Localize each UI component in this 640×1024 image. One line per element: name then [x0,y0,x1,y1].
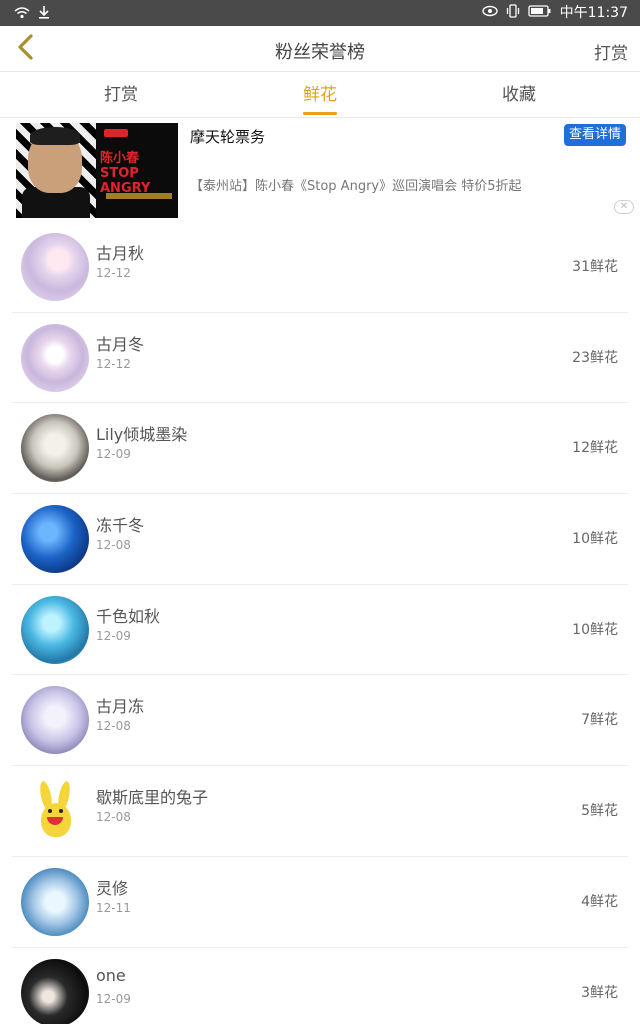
flower-count: 23鲜花 [572,349,618,366]
fan-name: one [96,965,126,985]
fan-date: 12-08 [96,810,131,825]
fan-name: 灵修 [96,878,129,898]
ad-image-subtitle [106,193,172,199]
fan-date: 12-11 [96,900,131,915]
status-right-icons: 中午11:37 [481,4,628,22]
fan-name: 古月冻 [96,697,145,717]
ad-image-title: 陈小春 STOP ANGRY [100,151,151,196]
ad-details-button[interactable]: 查看详情 [563,124,626,146]
list-item[interactable]: 古月冬 12-12 23鲜花 [12,313,628,404]
status-left-icons [14,4,50,23]
flower-count: 3鲜花 [581,984,618,1001]
tab-flowers[interactable]: 鲜花 [250,72,390,118]
fan-name: 冻千冬 [96,516,145,536]
avatar[interactable] [21,777,89,846]
eye-icon [481,5,498,21]
fan-date: 12-09 [96,628,131,643]
ad-advertiser: 摩天轮票务 [190,128,266,146]
fan-list: 古月秋 12-12 31鲜花 古月冬 12-12 23鲜花 Lily倾城墨染 1… [0,222,640,1024]
fan-date: 12-09 [96,447,131,462]
list-item[interactable]: one 12-09 3鲜花 [12,948,628,1024]
list-item[interactable]: 歇斯底里的兔子 12-08 5鲜花 [12,766,628,857]
reward-button[interactable]: 打赏 [594,39,628,64]
avatar[interactable] [21,686,89,755]
avatar[interactable] [21,233,89,301]
ad-close-button[interactable]: ✕ [614,200,634,214]
battery-icon [527,5,552,21]
avatar[interactable] [21,595,89,664]
ad-image-hair [30,127,80,145]
fan-name: 千色如秋 [96,606,161,626]
vibrate-icon [506,4,520,22]
list-item[interactable]: 千色如秋 12-09 10鲜花 [12,585,628,676]
tab-bar: 打赏 鲜花 收藏 [0,72,640,118]
flower-count: 5鲜花 [581,803,618,820]
tab-reward[interactable]: 打赏 [51,72,191,118]
list-item[interactable]: Lily倾城墨染 12-09 12鲜花 [12,403,628,495]
fan-name: 歇斯底里的兔子 [96,788,209,808]
avatar[interactable] [21,323,89,392]
avatar[interactable] [21,505,89,574]
fan-name: Lily倾城墨染 [96,425,188,445]
wifi-icon [14,4,30,23]
fan-date: 12-12 [96,356,131,371]
close-icon: ✕ [619,201,629,212]
ad-banner[interactable]: 陈小春 STOP ANGRY 摩天轮票务 查看详情 【泰州站】陈小春《Stop … [0,118,640,222]
avatar[interactable] [21,867,89,936]
app-header: 粉丝荣誉榜 打赏 [0,26,640,72]
download-icon [38,4,50,23]
page-title: 粉丝荣誉榜 [275,42,365,63]
fan-date: 12-08 [96,719,131,734]
flower-count: 10鲜花 [572,621,618,638]
avatar[interactable] [21,958,89,1024]
tab-favorites[interactable]: 收藏 [449,72,589,118]
flower-count: 7鲜花 [581,712,618,729]
tab-flowers-label: 鲜花 [303,85,337,105]
fan-name: 古月冬 [96,334,145,354]
flower-count: 12鲜花 [572,440,618,457]
list-item[interactable]: 古月秋 12-12 31鲜花 [12,222,628,313]
ad-description: 【泰州站】陈小春《Stop Angry》巡回演唱会 特价5折起 [190,179,522,194]
ad-image-logo [104,129,128,137]
status-time: 中午11:37 [559,5,628,21]
flower-count: 31鲜花 [572,259,618,275]
flower-count: 4鲜花 [581,893,618,910]
list-item[interactable]: 古月冻 12-08 7鲜花 [12,675,628,767]
active-tab-indicator [303,112,337,115]
status-bar: 中午11:37 [0,0,640,26]
ad-image[interactable]: 陈小春 STOP ANGRY [16,123,178,218]
fan-date: 12-12 [96,266,131,280]
fan-name: 古月秋 [96,244,145,263]
fan-date: 12-09 [96,991,131,1006]
fan-date: 12-08 [96,538,131,553]
list-item[interactable]: 灵修 12-11 4鲜花 [12,857,628,948]
flower-count: 10鲜花 [572,531,618,548]
list-item[interactable]: 冻千冬 12-08 10鲜花 [12,494,628,585]
avatar[interactable] [21,414,89,483]
